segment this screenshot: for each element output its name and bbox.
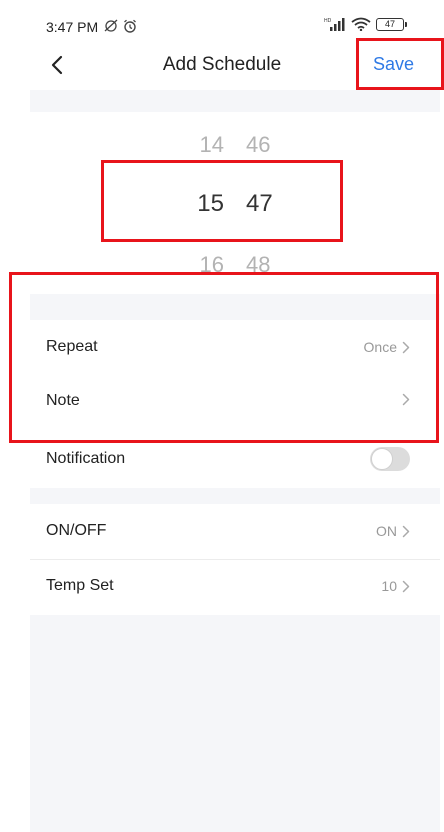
repeat-value: Once <box>363 339 397 355</box>
on-off-value-group: ON <box>376 523 410 539</box>
repeat-label: Repeat <box>46 338 98 355</box>
status-icons: HD 47 <box>324 17 407 31</box>
chevron-right-icon <box>402 393 410 406</box>
picker-minute-previous: 46 <box>246 132 271 157</box>
picker-minute-next: 48 <box>246 252 271 277</box>
on-off-label: ON/OFF <box>46 522 107 539</box>
row-divider <box>30 559 440 560</box>
section-divider-actions <box>30 488 440 504</box>
battery-icon: 47 <box>376 17 407 31</box>
app-screen: 3:47 PM HD 47 Add Schedule Save 14 46 15… <box>0 0 444 832</box>
toggle-knob <box>371 448 393 470</box>
chevron-left-icon <box>51 55 63 75</box>
alarm-icon <box>123 19 137 36</box>
picker-row-previous[interactable]: 14 46 <box>30 132 440 158</box>
save-button[interactable]: Save <box>373 54 414 75</box>
battery-level: 47 <box>384 19 395 29</box>
svg-text:HD: HD <box>324 18 332 24</box>
status-bar: 3:47 PM HD 47 <box>0 0 444 40</box>
chevron-right-icon <box>402 525 410 537</box>
on-off-value: ON <box>376 523 397 539</box>
notification-label: Notification <box>46 450 126 467</box>
repeat-row[interactable]: Repeat Once <box>30 322 440 374</box>
temp-set-row[interactable]: Temp Set 10 <box>30 561 440 613</box>
signal-icon: HD <box>324 18 345 31</box>
note-row[interactable]: Note <box>30 376 440 428</box>
chevron-right-icon <box>402 580 410 592</box>
picker-row-next[interactable]: 16 48 <box>30 252 440 278</box>
wifi-icon <box>351 17 371 31</box>
section-divider-top <box>30 90 440 112</box>
repeat-value-group: Once <box>364 339 410 355</box>
notification-row: Notification <box>30 434 440 486</box>
picker-row-selected[interactable]: 15 47 <box>30 190 440 218</box>
temp-set-value: 10 <box>381 578 397 594</box>
note-label: Note <box>46 392 80 409</box>
section-divider-settings <box>30 294 440 320</box>
picker-minute-selected: 47 <box>246 190 273 217</box>
alarm-off-icon <box>104 19 118 35</box>
empty-area <box>30 615 440 832</box>
notification-toggle[interactable] <box>370 447 410 471</box>
picker-hour-previous: 14 <box>199 132 224 157</box>
picker-hour-next: 16 <box>199 252 224 277</box>
status-time: 3:47 PM <box>46 19 99 35</box>
time-picker[interactable]: 14 46 15 47 16 48 <box>30 112 440 280</box>
temp-set-value-group: 10 <box>381 578 410 594</box>
chevron-right-icon <box>402 341 410 353</box>
header: Add Schedule Save <box>0 40 444 90</box>
note-value-group <box>397 393 410 406</box>
temp-set-label: Temp Set <box>46 577 114 594</box>
picker-hour-selected: 15 <box>197 190 224 217</box>
on-off-row[interactable]: ON/OFF ON <box>30 506 440 558</box>
back-button[interactable] <box>40 48 74 82</box>
